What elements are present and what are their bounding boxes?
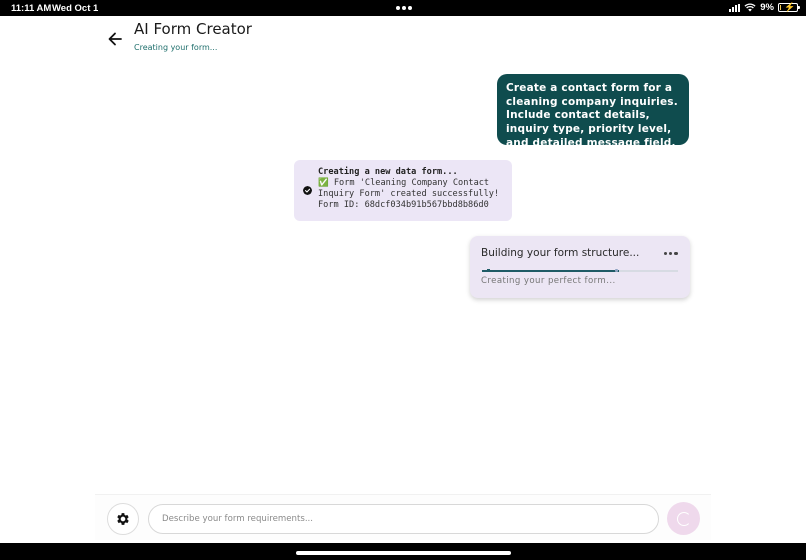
system-message-title: Creating a new data form... [318, 167, 458, 177]
status-indicators: 9% ⚡ [729, 2, 800, 13]
system-message-bubble: Creating a new data form... ✅ Form 'Clea… [294, 160, 512, 221]
arrow-left-icon [108, 32, 122, 46]
progress-fill [482, 270, 620, 272]
form-description-input[interactable] [148, 504, 659, 534]
battery-percent: 9% [760, 2, 774, 13]
battery-icon: ⚡ [778, 2, 800, 12]
progress-subtitle: Creating your perfect form... [481, 276, 616, 286]
page-subtitle: Creating your form... [134, 43, 218, 52]
loading-spinner-icon [676, 511, 691, 526]
progress-title: Building your form structure... [481, 247, 640, 259]
home-bar [0, 543, 806, 560]
send-button[interactable] [667, 502, 700, 535]
progress-end-marker [615, 268, 618, 272]
progress-card: Building your form structure... Creating… [470, 236, 690, 298]
system-message-text: Creating a new data form... ✅ Form 'Clea… [318, 167, 508, 211]
status-time: 11:11 AM [11, 3, 52, 14]
multitasking-dots-icon[interactable] [396, 6, 412, 10]
wifi-icon [744, 3, 756, 12]
page-title: AI Form Creator [134, 20, 252, 38]
signal-icon [729, 3, 741, 12]
back-button[interactable] [104, 28, 126, 50]
user-message-bubble: Create a contact form for a cleaning com… [497, 74, 689, 149]
gear-icon [117, 513, 129, 525]
home-indicator[interactable] [296, 551, 511, 555]
settings-button[interactable] [107, 503, 139, 535]
more-horizontal-icon [664, 252, 678, 256]
status-bar: 11:11 AM Wed Oct 1 9% ⚡ [0, 0, 806, 16]
progress-bar [482, 268, 678, 272]
check-circle-icon [303, 186, 312, 195]
progress-start-marker [487, 268, 490, 272]
system-message-body: ✅ Form 'Cleaning Company Contact Inquiry… [318, 178, 500, 210]
status-date: Wed Oct 1 [52, 3, 99, 14]
